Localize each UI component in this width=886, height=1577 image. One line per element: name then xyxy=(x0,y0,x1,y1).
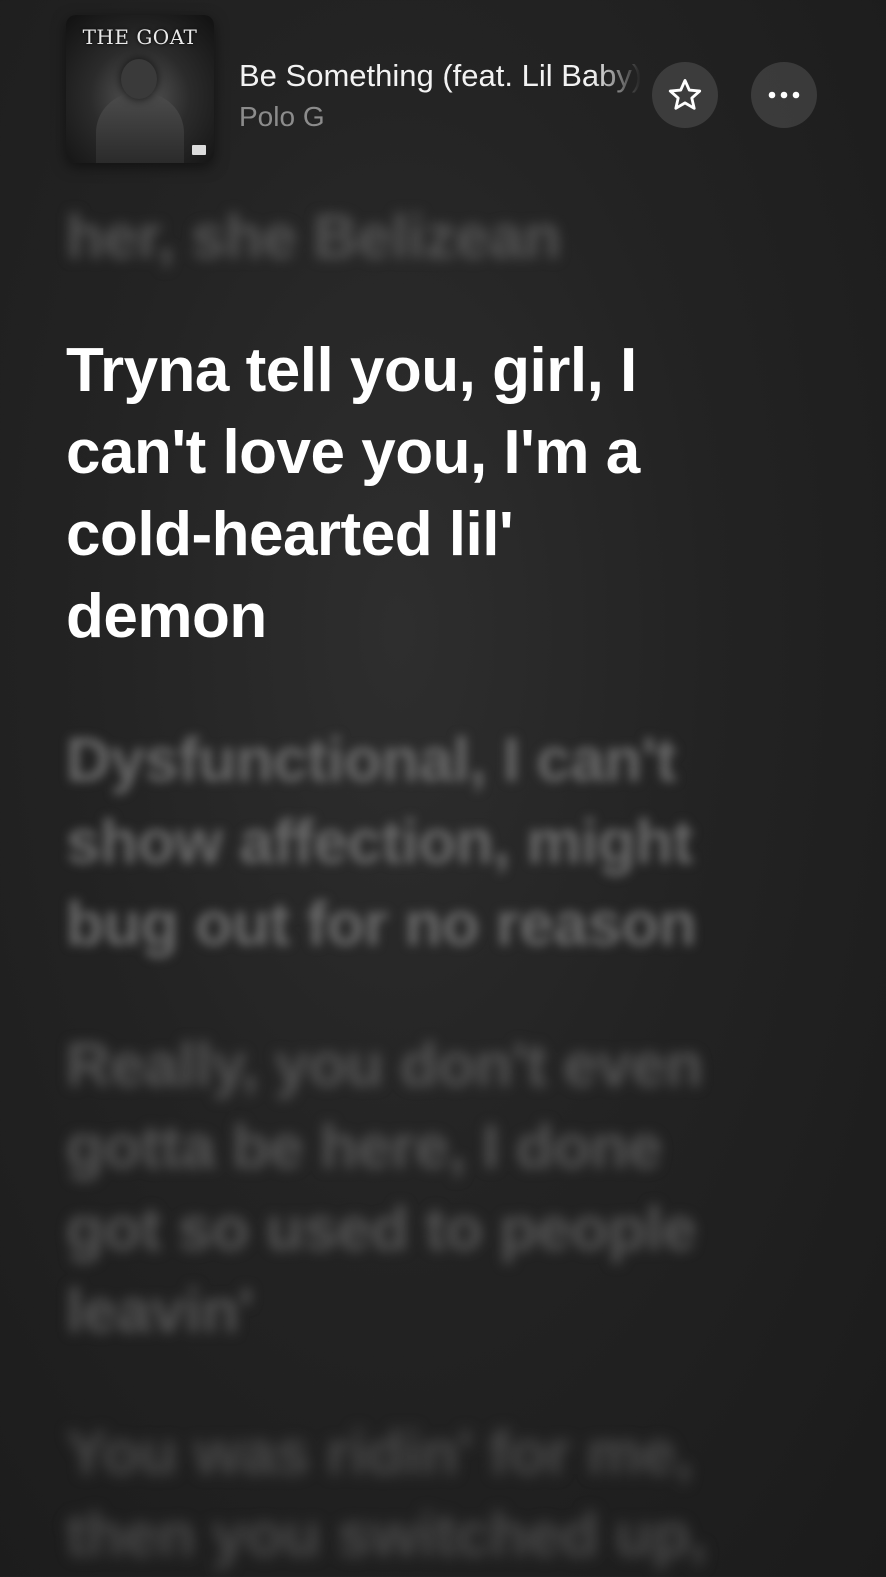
more-options-button[interactable] xyxy=(751,62,817,128)
ellipsis-icon xyxy=(768,91,800,99)
lyric-line-next[interactable]: Really, you don't even gotta be here, I … xyxy=(66,1025,766,1353)
lyric-line-next[interactable]: You was ridin' for me, then you switched… xyxy=(66,1413,766,1577)
album-art-title: THE GOAT xyxy=(82,25,198,49)
album-art[interactable]: THE GOAT xyxy=(66,15,214,163)
song-title[interactable]: Be Something (feat. Lil Baby) xyxy=(239,58,641,94)
parental-advisory-badge xyxy=(192,145,206,155)
star-icon xyxy=(668,79,702,110)
lyric-line-next[interactable]: Dysfunctional, I can't show affection, m… xyxy=(66,720,766,966)
lyric-line-current[interactable]: Tryna tell you, girl, I can't love you, … xyxy=(66,330,726,658)
album-art-figure xyxy=(96,93,184,163)
favorite-button[interactable] xyxy=(652,62,718,128)
lyric-line-previous[interactable]: her, she Belizean xyxy=(66,197,766,279)
album-art-figure-head xyxy=(121,59,157,99)
artist-name[interactable]: Polo G xyxy=(239,101,325,133)
now-playing-header: THE GOAT Be Something (feat. Lil Baby) P… xyxy=(0,0,886,180)
